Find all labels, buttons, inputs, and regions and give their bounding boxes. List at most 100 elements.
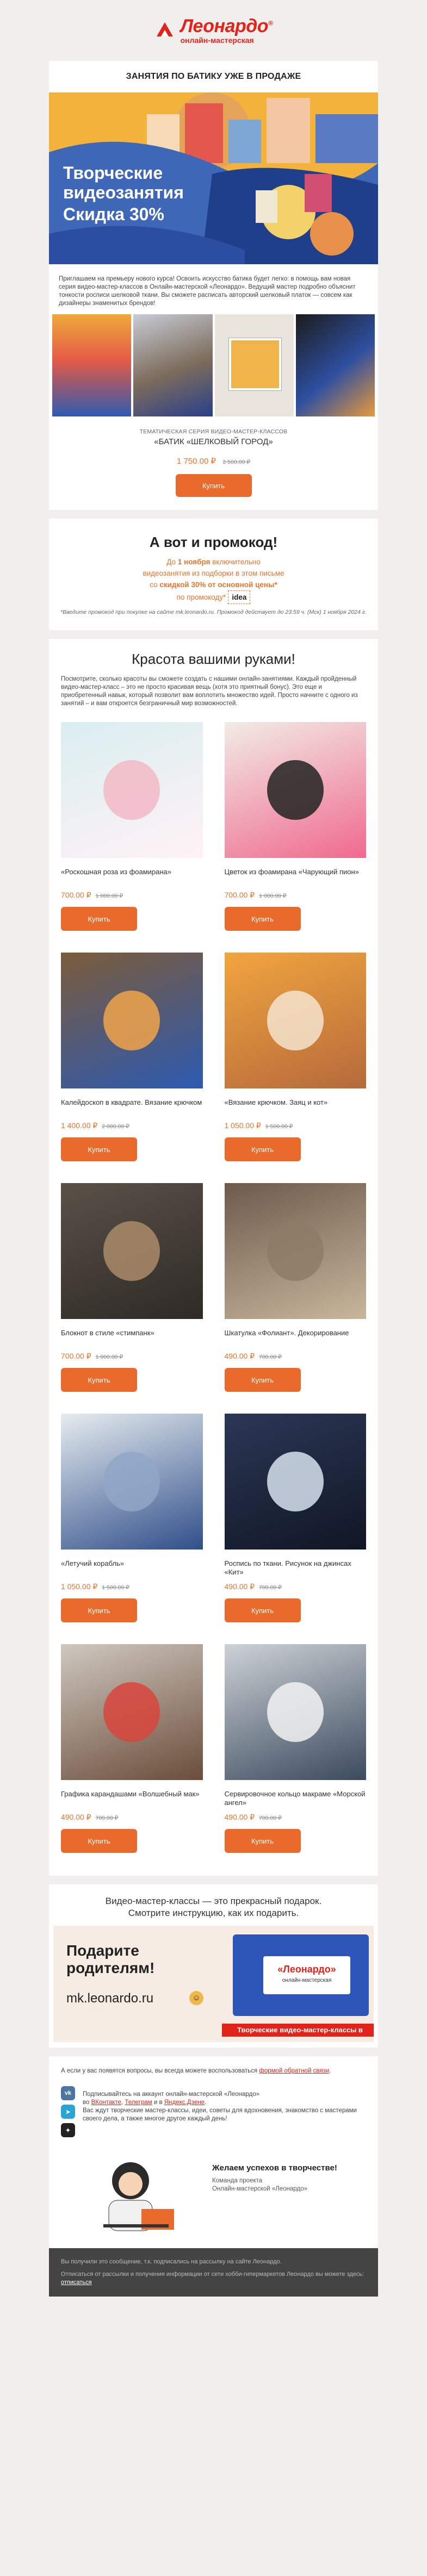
unsubscribe-link[interactable]: отписаться bbox=[61, 2279, 92, 2286]
buy-product-button[interactable]: Купить bbox=[224, 1829, 301, 1853]
product-image[interactable] bbox=[224, 953, 366, 1088]
product-name[interactable]: Калейдоскоп в квадрате. Вязание крючком bbox=[61, 1098, 203, 1116]
product-old-price: 1 000.00 ₽ bbox=[95, 1354, 123, 1360]
promo-line-4-text: по промокоду* bbox=[176, 593, 226, 601]
batik-photo[interactable] bbox=[214, 314, 294, 416]
promo-note: *Введите промокод при покупке на сайте m… bbox=[60, 609, 367, 615]
gift-heading-line-1: Видео-мастер-классы — это прекрасный под… bbox=[105, 1896, 322, 1906]
product-name[interactable]: Роспись по ткани. Рисунок на джинсах «Ки… bbox=[225, 1559, 367, 1577]
product-price: 1 400.00 ₽ bbox=[61, 1121, 98, 1130]
batik-photo[interactable] bbox=[52, 314, 132, 416]
product-price: 700.00 ₽ bbox=[61, 1352, 91, 1360]
product-price: 700.00 ₽ bbox=[61, 891, 91, 899]
product-name[interactable]: Блокнот в стиле «стимпанк» bbox=[61, 1329, 203, 1346]
product-old-price: 1 000.00 ₽ bbox=[259, 893, 287, 899]
buy-series-button[interactable]: Купить bbox=[175, 474, 252, 497]
leonardo-logo-icon[interactable] bbox=[154, 20, 175, 41]
contact-card: А если у вас появятся вопросы, вы всегда… bbox=[49, 2056, 378, 2248]
product-old-price: 1 000.00 ₽ bbox=[95, 893, 123, 899]
product-old-price: 1 500.00 ₽ bbox=[265, 1123, 293, 1130]
product-price: 490.00 ₽ bbox=[224, 1813, 255, 1821]
product-price: 490.00 ₽ bbox=[224, 1582, 255, 1591]
product-name[interactable]: Графика карандашами «Волшебный мак» bbox=[61, 1790, 203, 1807]
promo-line-1-post: включительно bbox=[210, 558, 261, 566]
product-name[interactable]: Шкатулка «Фолиант». Декорирование bbox=[225, 1329, 367, 1346]
buy-product-button[interactable]: Купить bbox=[224, 907, 301, 931]
product-old-price: 700.00 ₽ bbox=[95, 1815, 119, 1821]
promo-line-1: До 1 ноября включительно bbox=[60, 556, 367, 568]
gift-banner[interactable]: Подарите родителям! mk.leonardo.ru ☺ «Ле… bbox=[53, 1926, 374, 2042]
telegram-link[interactable]: Телеграм bbox=[125, 2099, 152, 2106]
product-price: 490.00 ₽ bbox=[61, 1813, 91, 1821]
product-image[interactable] bbox=[61, 722, 203, 858]
product-grid: «Роскошная роза из фоамирана» 700.00 ₽ 1 0… bbox=[49, 711, 378, 1875]
product-old-price: 1 500.00 ₽ bbox=[102, 1584, 129, 1591]
product-name[interactable]: Цветок из фоамирана «Чарующий пион» bbox=[225, 868, 367, 885]
product-image[interactable] bbox=[61, 953, 203, 1088]
product-price-row: 700.00 ₽ 1 000.00 ₽ bbox=[225, 891, 367, 900]
product-name[interactable]: «Летучий корабль» bbox=[61, 1559, 203, 1577]
promo-line-2: видеозанятия из подборки в этом письме bbox=[143, 569, 284, 577]
buy-product-button[interactable]: Купить bbox=[224, 1368, 301, 1392]
buy-product-button[interactable]: Купить bbox=[224, 1137, 301, 1161]
gift-banner-line-2: родителям! bbox=[66, 1959, 155, 1976]
series-name[interactable]: «БАТИК «ШЕЛКОВЫЙ ГОРОД» bbox=[49, 437, 378, 446]
product-image[interactable] bbox=[61, 1644, 203, 1780]
vk-link[interactable]: ВКонтакте bbox=[91, 2099, 121, 2106]
product-image[interactable] bbox=[224, 1414, 366, 1550]
gift-certificate-brand: «Леонардо» bbox=[277, 1964, 336, 1975]
wish-title: Желаем успехов в творчестве! bbox=[212, 2163, 337, 2173]
collection-title: Красота вашими руками! bbox=[132, 651, 295, 667]
social-block: vk ➤ ✦ Подписывайтесь на аккаунт онлайн-… bbox=[49, 2075, 378, 2137]
product-card: Шкатулка «Фолиант». Декорирование 490.00 … bbox=[224, 1183, 367, 1392]
product-price: 1 050.00 ₽ bbox=[61, 1582, 98, 1591]
buy-product-button[interactable]: Купить bbox=[61, 1829, 137, 1853]
product-image[interactable] bbox=[61, 1414, 203, 1550]
product-name[interactable]: «Роскошная роза из фоамирана» bbox=[61, 868, 203, 885]
gift-heading-line-2: Смотрите инструкцию, как их подарить. bbox=[128, 1908, 299, 1918]
buy-product-button[interactable]: Купить bbox=[61, 907, 137, 931]
dzen-icon[interactable]: ✦ bbox=[61, 2123, 75, 2137]
wish-signature: Команда проекта Онлайн-мастерской «Леона… bbox=[212, 2177, 337, 2193]
product-name[interactable]: Сервировочное кольцо макраме «Морской ан… bbox=[225, 1790, 367, 1807]
product-image[interactable] bbox=[224, 1644, 366, 1780]
product-price: 490.00 ₽ bbox=[224, 1352, 255, 1360]
buy-product-button[interactable]: Купить bbox=[61, 1598, 137, 1622]
product-card: Калейдоскоп в квадрате. Вязание крючком 1… bbox=[61, 953, 203, 1161]
hero-title: ЗАНЯТИЯ ПО БАТИКУ УЖЕ В ПРОДАЖЕ bbox=[49, 61, 378, 92]
footer-line-1: Вы получили это сообщение, т.к. подписал… bbox=[61, 2258, 282, 2265]
intro-text: Приглашаем на премьеру нового курса! Осв… bbox=[59, 276, 356, 307]
gift-certificate: «Леонардо» онлайн-мастерская bbox=[233, 1934, 369, 2016]
product-card: Графика карандашами «Волшебный мак» 490.0… bbox=[61, 1644, 203, 1853]
buy-product-button[interactable]: Купить bbox=[224, 1598, 301, 1622]
batik-photo[interactable] bbox=[133, 314, 213, 416]
buy-product-button[interactable]: Купить bbox=[61, 1368, 137, 1392]
product-image[interactable] bbox=[61, 1183, 203, 1319]
promo-code-card: А вот и промокод! До 1 ноября включитель… bbox=[49, 519, 378, 630]
vk-icon[interactable]: vk bbox=[61, 2086, 75, 2100]
product-price-row: 490.00 ₽ 700.00 ₽ bbox=[225, 1582, 367, 1592]
buy-product-button[interactable]: Купить bbox=[61, 1137, 137, 1161]
promo-banner[interactable]: Творческие видеозанятия Скидка 30% bbox=[49, 92, 378, 264]
product-image[interactable] bbox=[224, 1183, 366, 1319]
gift-heading: Видео-мастер-классы — это прекрасный под… bbox=[49, 1884, 378, 1926]
gift-card: Видео-мастер-классы — это прекрасный под… bbox=[49, 1884, 378, 2048]
product-name[interactable]: «Вязание крючком. Заяц и кот» bbox=[225, 1098, 367, 1116]
smile-icon: ☺ bbox=[189, 1991, 203, 2005]
hero-card: ЗАНЯТИЯ ПО БАТИКУ УЖЕ В ПРОДАЖЕ Творческ bbox=[49, 61, 378, 510]
product-card: Роспись по ткани. Рисунок на джинсах «Ки… bbox=[224, 1414, 367, 1622]
telegram-icon[interactable]: ➤ bbox=[61, 2105, 75, 2119]
logo-text[interactable]: Леонардо® онлайн-мастерская bbox=[181, 17, 273, 44]
brand-name: Леонардо bbox=[180, 16, 269, 36]
promo-code[interactable]: idea bbox=[228, 590, 251, 604]
banner-line-1: Творческие bbox=[63, 163, 163, 183]
collection-card: Красота вашими руками! Посмотрите, сколь… bbox=[49, 639, 378, 1876]
product-image[interactable] bbox=[224, 722, 366, 858]
batik-photo[interactable] bbox=[295, 314, 375, 416]
help-text-end: . bbox=[329, 2068, 331, 2074]
help-text: А если у вас появятся вопросы, вы всегда… bbox=[49, 2056, 378, 2075]
wish-signature-line-1: Команда проекта bbox=[212, 2177, 263, 2184]
footer-line-2: Отписаться от рассылки и получения инфор… bbox=[61, 2271, 364, 2278]
dzen-link[interactable]: Яндекс.Дзене bbox=[164, 2099, 205, 2106]
feedback-form-link[interactable]: формой обратной связи bbox=[259, 2068, 329, 2074]
